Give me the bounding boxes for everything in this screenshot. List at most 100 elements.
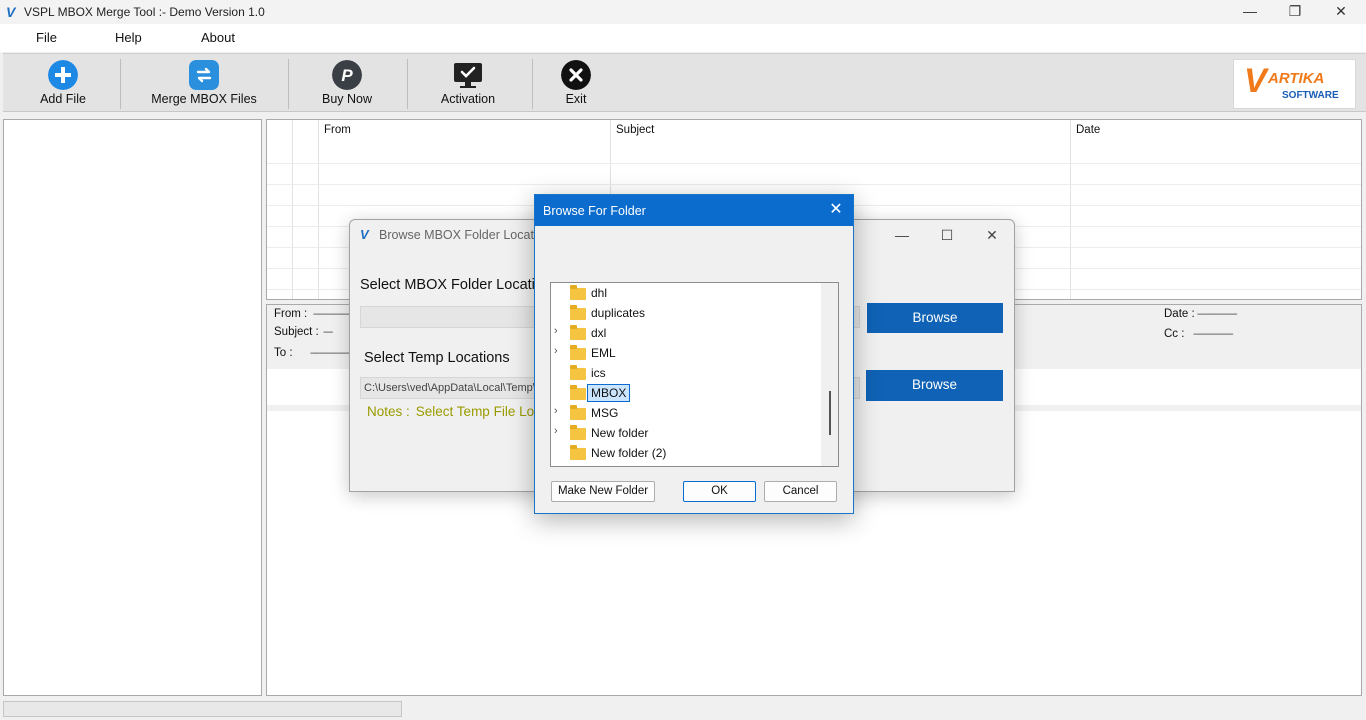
folder-name: EML: [591, 346, 616, 360]
title-bar: V VSPL MBOX Merge Tool :- Demo Version 1…: [0, 0, 1366, 24]
folder-name: dhl: [591, 286, 608, 300]
from-label: From :: [274, 308, 308, 320]
folder-item[interactable]: › MSG: [551, 403, 821, 423]
grid-row-line: [267, 163, 1361, 164]
window-title: VSPL MBOX Merge Tool :- Demo Version 1.0: [24, 5, 265, 19]
brand-sub: SOFTWARE: [1282, 90, 1339, 101]
chevron-right-icon[interactable]: ›: [554, 325, 564, 337]
folder-icon: [570, 365, 586, 380]
toolbar-divider: [120, 59, 121, 109]
to-label: To :: [274, 347, 293, 359]
buy-now-button[interactable]: P Buy Now: [315, 54, 379, 112]
menu-about[interactable]: About: [201, 30, 235, 45]
buy-now-label: Buy Now: [321, 92, 373, 106]
folder-item[interactable]: New folder (2): [551, 443, 821, 463]
restore-button[interactable]: ❐: [1272, 0, 1318, 24]
scrollbar-thumb[interactable]: [829, 391, 831, 435]
cc-value: -----------------: [1193, 329, 1234, 340]
toolbar-divider: [288, 59, 289, 109]
mbox-minimize-button[interactable]: —: [882, 226, 922, 246]
add-file-label: Add File: [40, 92, 86, 106]
toolbar-divider: [532, 59, 533, 109]
make-new-folder-button[interactable]: Make New Folder: [551, 481, 655, 502]
brand-name: ARTIKA: [1268, 70, 1325, 87]
merge-mbox-label: Merge MBOX Files: [151, 92, 257, 106]
folder-name: New folder: [591, 426, 649, 440]
browse-mbox-button[interactable]: Browse: [867, 303, 1003, 333]
column-subject[interactable]: Subject: [616, 124, 654, 136]
app-logo-icon: V: [6, 4, 16, 20]
from-value: -----------------: [313, 309, 354, 320]
folder-item[interactable]: ics: [551, 363, 821, 383]
folder-icon: [570, 345, 586, 360]
folder-dialog-close-button[interactable]: ✕: [825, 200, 847, 220]
tree-scrollbar[interactable]: [821, 283, 838, 466]
subject-label: Subject :: [274, 326, 319, 338]
grid-column-line: [1070, 120, 1071, 299]
folder-item[interactable]: › dxl: [551, 323, 821, 343]
browse-temp-button[interactable]: Browse: [866, 370, 1003, 401]
merge-mbox-button[interactable]: Merge MBOX Files: [149, 54, 259, 112]
folder-icon: [570, 385, 586, 400]
merge-icon: [189, 60, 219, 90]
select-temp-label: Select Temp Locations: [364, 350, 510, 366]
folder-name: MBOX: [587, 384, 631, 402]
folder-name: New folder (2): [591, 446, 667, 460]
folder-name: MSG: [591, 406, 619, 420]
toolbar-divider: [407, 59, 408, 109]
menu-bar: File Help About: [0, 24, 1366, 52]
vartika-logo: V ARTIKA SOFTWARE: [1233, 59, 1356, 109]
add-icon: [48, 60, 78, 90]
svg-text:P: P: [341, 66, 353, 85]
activation-button[interactable]: Activation: [435, 54, 501, 112]
exit-label: Exit: [565, 92, 587, 106]
folder-tree-panel[interactable]: [3, 119, 262, 696]
folder-icon: [570, 305, 586, 320]
notes-key: Notes :: [367, 404, 410, 419]
folder-item[interactable]: duplicates: [551, 303, 821, 323]
date-value: -----------------: [1197, 309, 1238, 320]
close-button[interactable]: ✕: [1318, 0, 1364, 24]
folder-icon: [570, 325, 586, 340]
grid-row-line: [267, 184, 1361, 185]
browse-for-folder-dialog: Browse For Folder ✕ dhl duplicates › dxl › EM…: [534, 194, 854, 514]
exit-icon: [561, 60, 591, 90]
chevron-right-icon[interactable]: ›: [554, 405, 564, 417]
ok-button[interactable]: OK: [683, 481, 756, 502]
menu-help[interactable]: Help: [115, 30, 142, 45]
folder-icon: [570, 445, 586, 460]
folder-tree-view[interactable]: dhl duplicates › dxl › EML ics MBOX › MSG › New fol…: [550, 282, 839, 467]
cc-label: Cc :: [1164, 328, 1185, 340]
grid-column-line: [292, 120, 293, 299]
folder-icon: [570, 425, 586, 440]
activation-label: Activation: [440, 92, 496, 106]
cancel-button[interactable]: Cancel: [764, 481, 837, 502]
select-mbox-label: Select MBOX Folder Location: [360, 277, 552, 293]
folder-item[interactable]: › New folder: [551, 423, 821, 443]
folder-dialog-title: Browse For Folder: [543, 204, 646, 218]
column-date[interactable]: Date: [1076, 124, 1100, 136]
mbox-dialog-title: Browse MBOX Folder Location: [379, 228, 551, 242]
subject-value: ----: [323, 327, 333, 338]
column-from[interactable]: From: [324, 124, 351, 136]
paypal-icon: P: [332, 60, 362, 90]
menu-file[interactable]: File: [36, 30, 57, 45]
date-label: Date :: [1164, 308, 1195, 320]
folder-item[interactable]: dhl: [551, 283, 821, 303]
folder-item[interactable]: MBOX: [551, 383, 821, 403]
mbox-maximize-icon[interactable]: ☐: [927, 226, 967, 246]
folder-dialog-titlebar: Browse For Folder ✕: [535, 195, 853, 226]
toolbar: Add File Merge MBOX Files P Buy Now Acti…: [3, 53, 1366, 112]
chevron-right-icon[interactable]: ›: [554, 345, 564, 357]
folder-item[interactable]: › EML: [551, 343, 821, 363]
dialog-logo-icon: V: [360, 227, 369, 242]
folder-icon: [570, 285, 586, 300]
add-file-button[interactable]: Add File: [27, 54, 99, 112]
minimize-button[interactable]: —: [1227, 0, 1273, 24]
mbox-close-button[interactable]: ✕: [972, 226, 1012, 246]
chevron-right-icon[interactable]: ›: [554, 425, 564, 437]
folder-name: duplicates: [591, 306, 646, 320]
exit-button[interactable]: Exit: [553, 54, 599, 112]
grid-column-line: [318, 120, 319, 299]
status-progress-bar: [3, 701, 402, 717]
